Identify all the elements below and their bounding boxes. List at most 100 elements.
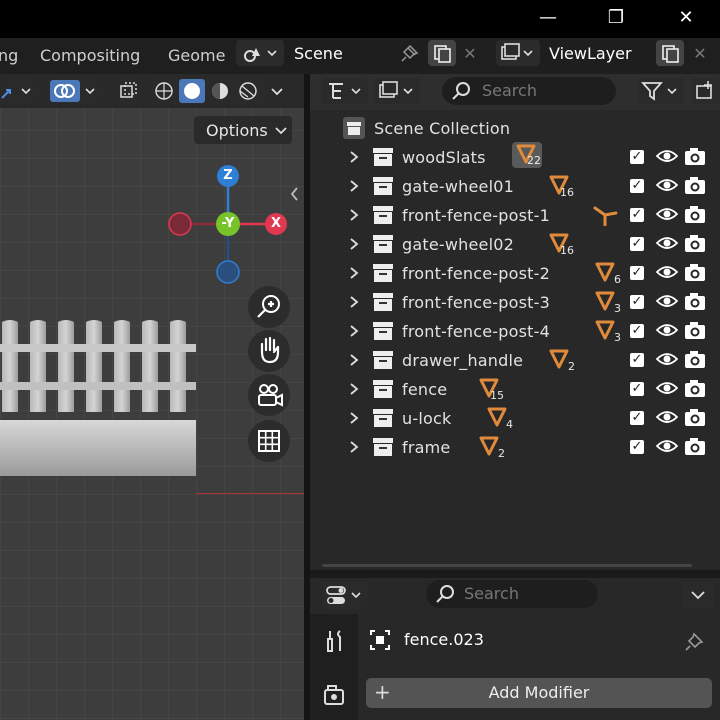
scene-browser-button[interactable] [236, 40, 284, 66]
chevron-down-icon [691, 591, 705, 600]
camera-render-icon[interactable] [684, 378, 706, 398]
expand-arrow-icon[interactable] [348, 324, 360, 338]
filter-view-layer-button[interactable] [374, 78, 420, 104]
transform-pivot-button[interactable] [0, 78, 40, 104]
collection-row[interactable]: drawer_handle 2 ✓ [310, 345, 720, 374]
render-properties-icon[interactable] [322, 682, 348, 708]
shading-modes[interactable] [148, 78, 268, 104]
object-name[interactable]: fence.023 [404, 630, 484, 649]
eye-icon[interactable] [656, 263, 678, 281]
empty-axes-icon[interactable] [592, 202, 618, 226]
collection-row[interactable]: woodSlats 22 ✓ [310, 142, 720, 171]
pin-icon[interactable] [684, 630, 708, 652]
outliner-search-input[interactable]: Search [442, 77, 616, 105]
exclude-checkbox[interactable]: ✓ [630, 295, 644, 309]
properties-search-input[interactable]: Search [426, 580, 598, 608]
pan-button[interactable] [248, 330, 290, 372]
camera-render-icon[interactable] [684, 349, 706, 369]
editor-type-button[interactable] [322, 581, 368, 609]
camera-render-icon[interactable] [684, 320, 706, 340]
zoom-button[interactable] [248, 286, 290, 328]
collection-row[interactable]: front-fence-post-3 3 ✓ [310, 287, 720, 316]
xray-toggle[interactable] [114, 78, 142, 104]
camera-render-icon[interactable] [684, 175, 706, 195]
camera-render-icon[interactable] [684, 146, 706, 166]
exclude-checkbox[interactable]: ✓ [630, 324, 644, 338]
options-dropdown[interactable]: Options [194, 116, 292, 144]
new-view-layer-button[interactable] [656, 40, 684, 66]
properties-options-button[interactable] [682, 581, 714, 609]
camera-render-icon[interactable] [684, 436, 706, 456]
area-divider-horizontal[interactable] [310, 570, 720, 578]
collection-row[interactable]: front-fence-post-2 6 ✓ [310, 258, 720, 287]
mesh-data-icon-highlighted[interactable]: 22 [512, 142, 542, 168]
expand-arrow-icon[interactable] [348, 411, 360, 425]
collection-row[interactable]: gate-wheel01 16 ✓ [310, 171, 720, 200]
eye-icon[interactable] [656, 292, 678, 310]
eye-icon[interactable] [656, 234, 678, 252]
expand-arrow-icon[interactable] [348, 150, 360, 164]
expand-arrow-icon[interactable] [348, 382, 360, 396]
exclude-checkbox[interactable]: ✓ [630, 440, 644, 454]
camera-render-icon[interactable] [684, 262, 706, 282]
exclude-checkbox[interactable]: ✓ [630, 382, 644, 396]
eye-icon[interactable] [656, 350, 678, 368]
unlink-scene-icon[interactable]: ✕ [458, 44, 482, 63]
image-layers-icon [379, 81, 413, 98]
collection-row[interactable]: u-lock 4 ✓ [310, 403, 720, 432]
scene-collection-label[interactable]: Scene Collection [374, 119, 510, 138]
collection-row[interactable]: fence 15 ✓ [310, 374, 720, 403]
collection-row[interactable]: gate-wheel02 16 ✓ [310, 229, 720, 258]
workspace-tab-partial[interactable]: ng [0, 46, 18, 65]
collection-row[interactable]: front-fence-post-1 ✓ [310, 200, 720, 229]
collection-row[interactable]: frame 2 ✓ [310, 432, 720, 461]
expand-arrow-icon[interactable] [348, 440, 360, 454]
camera-render-icon[interactable] [684, 204, 706, 224]
display-mode-button[interactable] [322, 78, 368, 104]
maximize-button[interactable]: ❐ [592, 4, 640, 32]
filter-button[interactable] [638, 78, 684, 104]
view-layer-browser-button[interactable] [496, 40, 540, 66]
new-collection-button[interactable] [692, 78, 720, 104]
camera-render-icon[interactable] [684, 233, 706, 253]
exclude-checkbox[interactable]: ✓ [630, 237, 644, 251]
eye-icon[interactable] [656, 321, 678, 339]
3d-viewport[interactable]: Options Z X -Y [0, 74, 304, 720]
eye-icon[interactable] [656, 176, 678, 194]
expand-arrow-icon[interactable] [348, 237, 360, 251]
exclude-checkbox[interactable]: ✓ [630, 150, 644, 164]
exclude-checkbox[interactable]: ✓ [630, 208, 644, 222]
collection-label: front-fence-post-3 [402, 293, 550, 312]
workspace-tab-geometry[interactable]: Geome [168, 46, 225, 65]
exclude-checkbox[interactable]: ✓ [630, 353, 644, 367]
camera-view-button[interactable] [248, 374, 290, 416]
exclude-checkbox[interactable]: ✓ [630, 179, 644, 193]
eye-icon[interactable] [656, 147, 678, 165]
camera-render-icon[interactable] [684, 291, 706, 311]
ortho-toggle-button[interactable] [248, 420, 290, 462]
close-button[interactable]: ✕ [662, 4, 710, 32]
expand-arrow-icon[interactable] [348, 353, 360, 367]
wrench-tool-icon[interactable] [322, 628, 348, 654]
expand-arrow-icon[interactable] [348, 208, 360, 222]
outliner-scrollbar[interactable] [322, 564, 692, 567]
eye-icon[interactable] [656, 437, 678, 455]
chevron-down-icon[interactable] [270, 86, 284, 98]
remove-view-layer-icon[interactable]: ✕ [688, 44, 712, 63]
eye-icon[interactable] [656, 408, 678, 426]
eye-icon[interactable] [656, 379, 678, 397]
eye-icon[interactable] [656, 205, 678, 223]
camera-render-icon[interactable] [684, 407, 706, 427]
workspace-tab-compositing[interactable]: Compositing [40, 46, 140, 65]
expand-arrow-icon[interactable] [348, 266, 360, 280]
exclude-checkbox[interactable]: ✓ [630, 266, 644, 280]
add-modifier-button[interactable]: + Add Modifier [366, 678, 712, 708]
collection-row[interactable]: front-fence-post-4 3 ✓ [310, 316, 720, 345]
pin-icon[interactable] [400, 43, 420, 63]
overlays-button[interactable] [46, 78, 104, 104]
minimize-button[interactable]: — [524, 4, 572, 32]
new-scene-button[interactable] [428, 40, 456, 66]
expand-arrow-icon[interactable] [348, 179, 360, 193]
expand-arrow-icon[interactable] [348, 295, 360, 309]
exclude-checkbox[interactable]: ✓ [630, 411, 644, 425]
